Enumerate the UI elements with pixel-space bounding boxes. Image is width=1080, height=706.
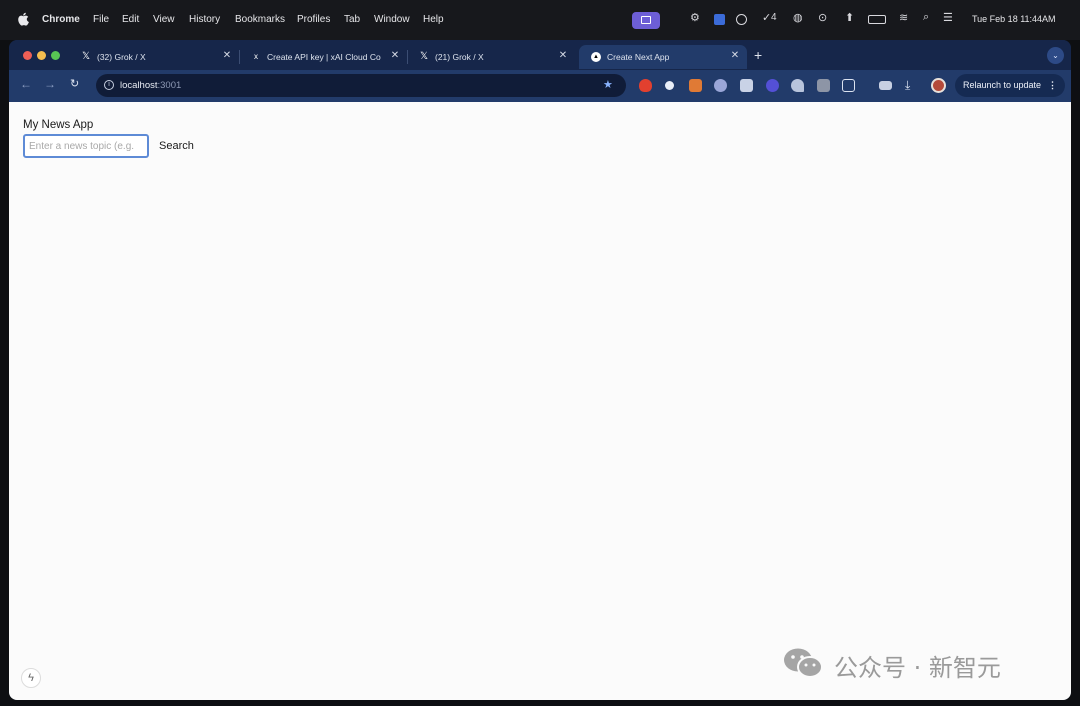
page-viewport: My News App Search ϟ [9,102,1071,700]
menu-bookmarks[interactable]: Bookmarks [235,14,285,25]
tab-grok-21[interactable]: 𝕏 (21) Grok / X ✕ [407,45,575,69]
control-center-icon[interactable]: ☰ [943,11,953,24]
cloud-extension-icon[interactable] [714,79,727,92]
menu-history[interactable]: History [189,14,220,25]
app-status-icon[interactable] [714,14,725,25]
checklist-icon[interactable]: ✓ [762,11,771,24]
forward-arrow-icon[interactable]: → [44,77,56,91]
news-topic-search-input[interactable] [23,134,149,158]
search-button[interactable]: Search [159,137,194,155]
translate-icon[interactable] [879,81,892,90]
dock-strip [0,700,1080,706]
menu-view[interactable]: View [153,14,175,25]
menu-window[interactable]: Window [374,14,410,25]
menu-profiles[interactable]: Profiles [297,14,330,25]
xai-logo-icon: x [254,52,258,61]
shield-extension-icon[interactable] [639,79,652,92]
relaunch-label: Relaunch to update [963,80,1042,90]
sync-icon[interactable]: ◍ [793,11,803,24]
circle-status-icon[interactable] [736,14,747,25]
relaunch-to-update-button[interactable]: Relaunch to update ⋮ [955,74,1065,97]
tab-title: Create API key | xAI Cloud Co [267,52,381,62]
address-url[interactable]: localhost:3001 [120,80,181,91]
close-window-button[interactable] [23,51,32,60]
menu-app-chrome[interactable]: Chrome [42,14,80,25]
tab-grok-32[interactable]: 𝕏 (32) Grok / X ✕ [69,45,240,69]
screen-recording-icon[interactable] [632,12,660,29]
download-icon[interactable]: ⤓ [905,78,910,93]
menu-help[interactable]: Help [423,14,444,25]
reload-icon[interactable]: ↻ [70,77,79,90]
close-tab-icon[interactable]: ✕ [557,50,569,61]
zoom-window-button[interactable] [51,51,60,60]
tab-title: Create Next App [607,52,670,62]
back-arrow-icon[interactable]: ← [20,77,32,91]
profile-avatar[interactable] [931,78,946,93]
pin-icon[interactable]: ⬆ [845,11,854,24]
battery-icon[interactable] [868,15,886,24]
target-icon[interactable]: ⊙ [818,11,827,24]
page-title: My News App [23,119,94,131]
nextjs-logo-icon: ▲ [591,52,601,62]
c-extension-icon[interactable] [817,79,830,92]
x-logo-icon: 𝕏 [419,51,429,62]
minimize-window-button[interactable] [37,51,46,60]
tab-strip: 𝕏 (32) Grok / X ✕ x Create API key | xAI… [9,40,1071,70]
leaf-extension-icon[interactable] [791,79,804,92]
tab-create-next-app[interactable]: ▲ Create Next App ✕ [579,45,747,69]
dot-extension-icon[interactable] [665,81,674,90]
tab-title: (32) Grok / X [97,52,146,62]
status-icons: ⚙ ✓ 4 ◍ ⊙ ⬆ ≋ ⌕ ☰ [690,11,953,29]
search-icon[interactable]: ⌕ [923,11,929,24]
close-tab-icon[interactable]: ✕ [389,50,401,61]
browser-toolbar: ← → ↻ i localhost:3001 ★ ⤓ Relaunch to u… [9,70,1071,102]
watermark-text: 公众号 · 新智元 [834,654,1001,682]
more-menu-icon[interactable]: ⋮ [1048,74,1057,97]
close-tab-icon[interactable]: ✕ [729,50,741,61]
puzzle-extensions-icon[interactable] [842,79,855,92]
fox-extension-icon[interactable] [689,79,702,92]
tab-xai-api-key[interactable]: x Create API key | xAI Cloud Co ✕ [239,45,408,69]
menu-edit[interactable]: Edit [122,14,139,25]
gear-icon[interactable]: ⚙ [690,11,700,24]
bookmark-star-icon[interactable]: ★ [603,78,613,91]
menubar-clock[interactable]: Tue Feb 18 11:44AM [972,14,1056,24]
macos-menu-bar: Chrome File Edit View History Bookmarks … [0,0,1080,40]
address-bar[interactable]: i localhost:3001 ★ [96,74,626,97]
menu-tab[interactable]: Tab [344,14,360,25]
chrome-window: 𝕏 (32) Grok / X ✕ x Create API key | xAI… [9,40,1071,700]
site-info-icon[interactable]: i [104,80,114,90]
stack-extension-icon[interactable] [740,79,753,92]
apple-logo-icon[interactable] [17,12,29,26]
close-tab-icon[interactable]: ✕ [221,50,233,61]
ring-extension-icon[interactable] [766,79,779,92]
nextjs-dev-indicator-icon[interactable]: ϟ [21,668,41,688]
new-tab-button[interactable]: + [754,47,762,63]
wechat-logo-icon [784,648,823,678]
tab-title: (21) Grok / X [435,52,484,62]
tab-search-chevron-icon[interactable]: ⌄ [1047,47,1064,64]
wifi-icon[interactable]: ≋ [899,11,908,24]
checklist-count: 4 [771,12,777,23]
x-logo-icon: 𝕏 [81,51,91,62]
menu-file[interactable]: File [93,14,109,25]
